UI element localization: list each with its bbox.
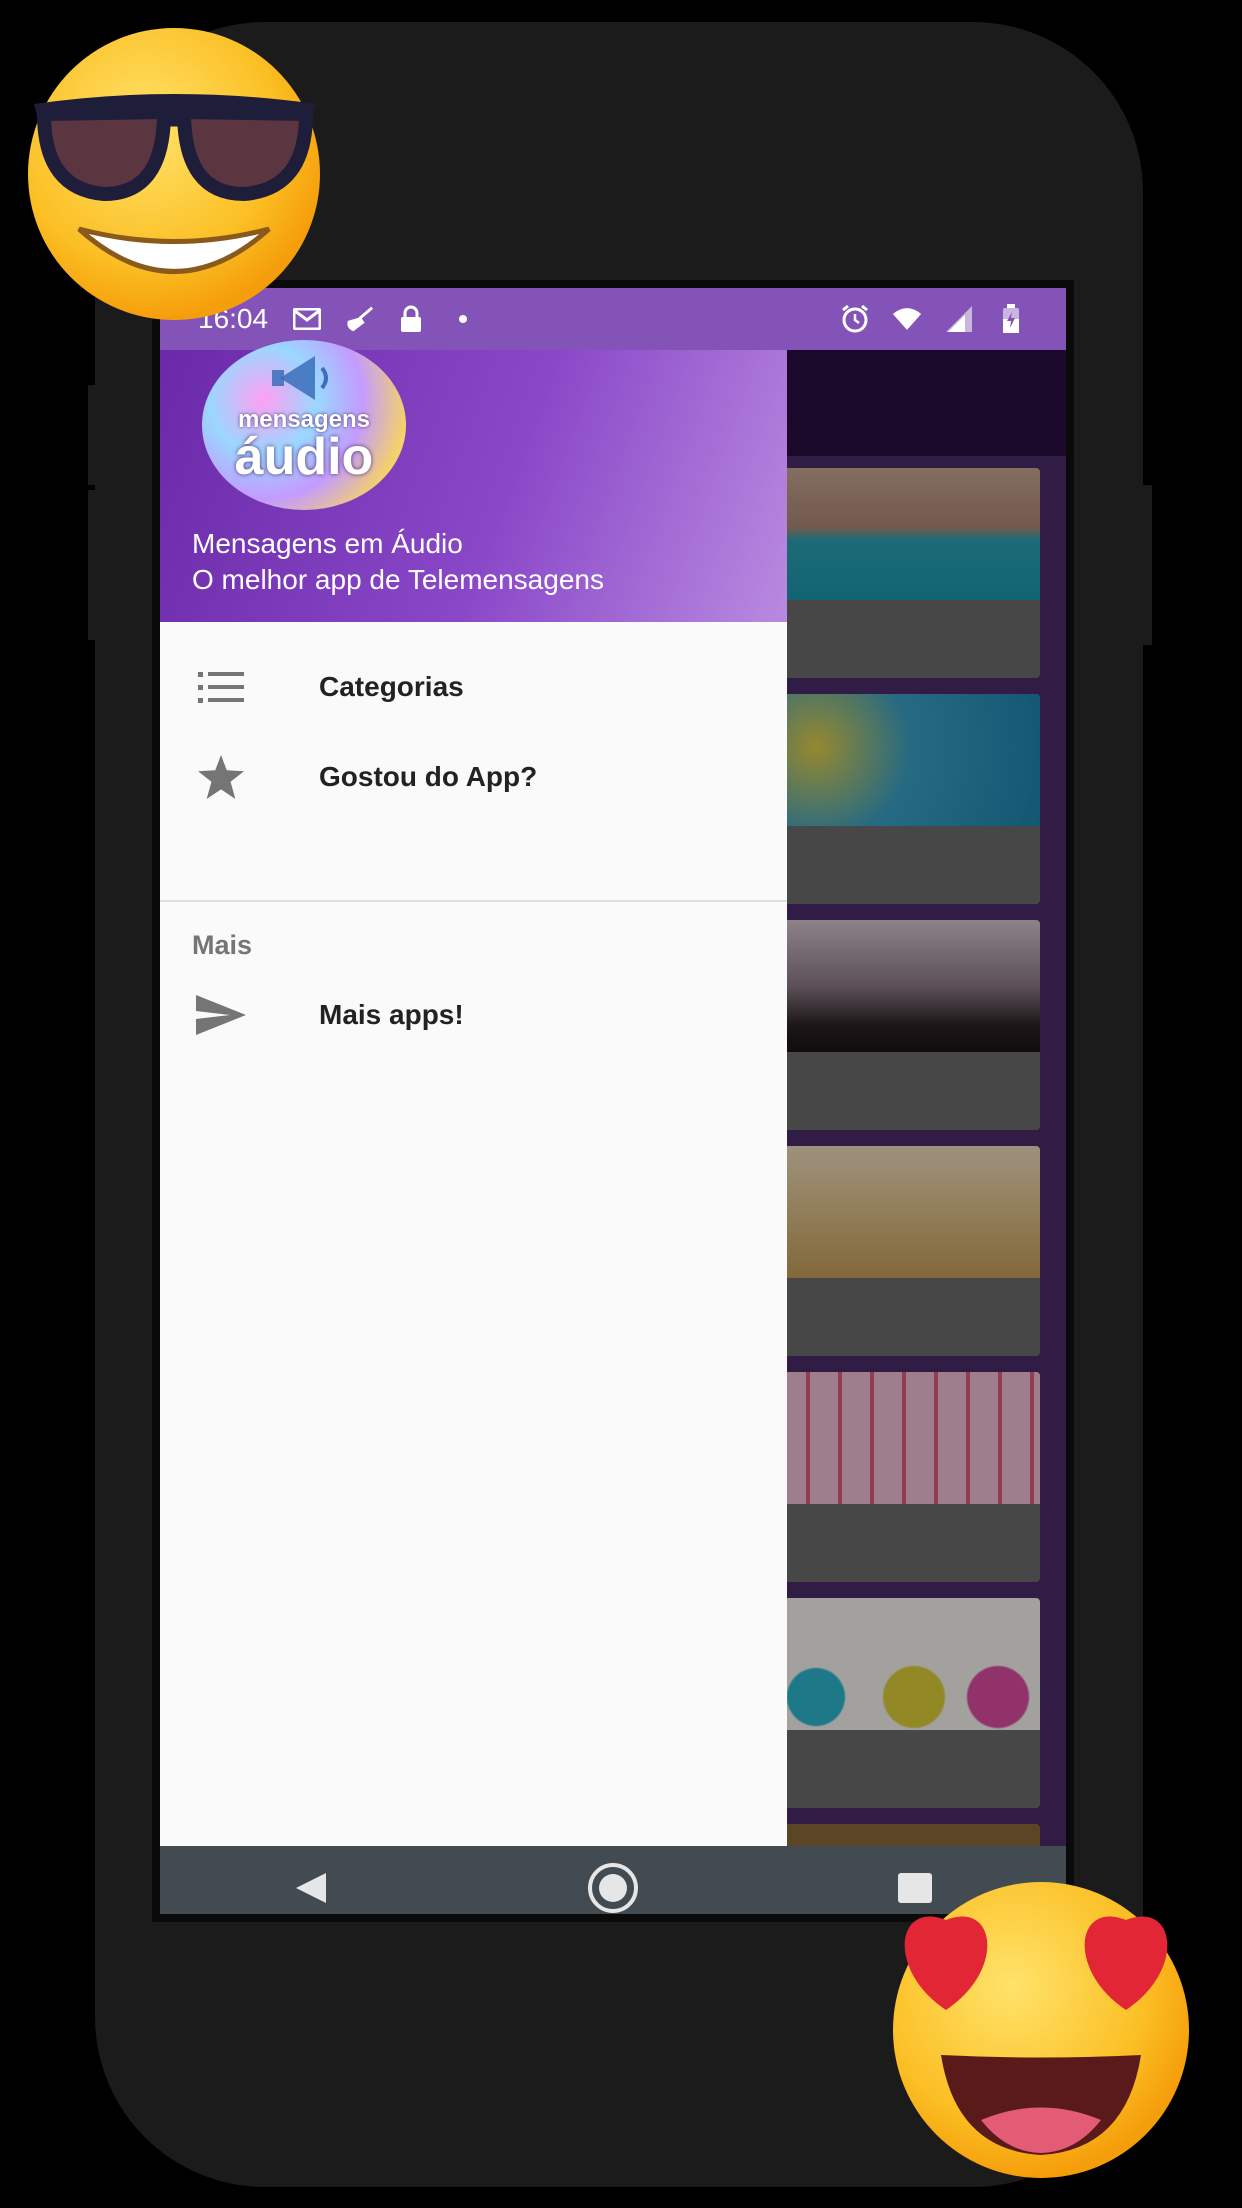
dot-icon: [448, 304, 478, 334]
phone-side-button: [88, 490, 102, 640]
megaphone-icon: [272, 356, 328, 400]
signal-icon: [944, 304, 974, 334]
phone-side-button: [88, 385, 102, 485]
section-label-mais: Mais: [192, 930, 253, 960]
list-icon: [196, 662, 246, 712]
battery-icon: [996, 304, 1026, 334]
logo-big-text: áudio: [234, 428, 374, 486]
broom-icon: [344, 304, 374, 334]
star-icon: [196, 752, 246, 802]
phone-screen: 16:04 mensagens áudio Mensagens em Áudio…: [152, 280, 1074, 1922]
drawer-header: mensagens áudio Mensagens em Áudio O mel…: [160, 340, 787, 622]
menu-item-mais-apps[interactable]: Mais apps!: [160, 970, 787, 1060]
phone-side-button: [1138, 485, 1152, 645]
drawer-divider: [160, 900, 787, 902]
alarm-icon: [840, 304, 870, 334]
heart-eyes-emoji-icon: [886, 1870, 1196, 2185]
navigation-drawer: mensagens áudio Mensagens em Áudio O mel…: [160, 340, 787, 1846]
lock-icon: [396, 304, 426, 334]
menu-item-label: Mais apps!: [319, 999, 464, 1030]
home-icon[interactable]: [573, 1858, 653, 1914]
menu-item-gostou-do-app[interactable]: Gostou do App?: [160, 732, 787, 822]
wifi-icon: [892, 304, 922, 334]
menu-item-label: Gostou do App?: [319, 761, 538, 792]
menu-item-categorias[interactable]: Categorias: [160, 642, 787, 732]
back-icon[interactable]: [271, 1858, 351, 1914]
sunglasses-emoji-icon: [24, 24, 324, 329]
drawer-title: Mensagens em Áudio: [192, 528, 463, 559]
app-logo: mensagens áudio: [202, 340, 406, 510]
send-icon: [196, 990, 246, 1040]
drawer-subtitle: O melhor app de Telemensagens: [192, 564, 604, 595]
menu-item-label: Categorias: [319, 671, 464, 702]
